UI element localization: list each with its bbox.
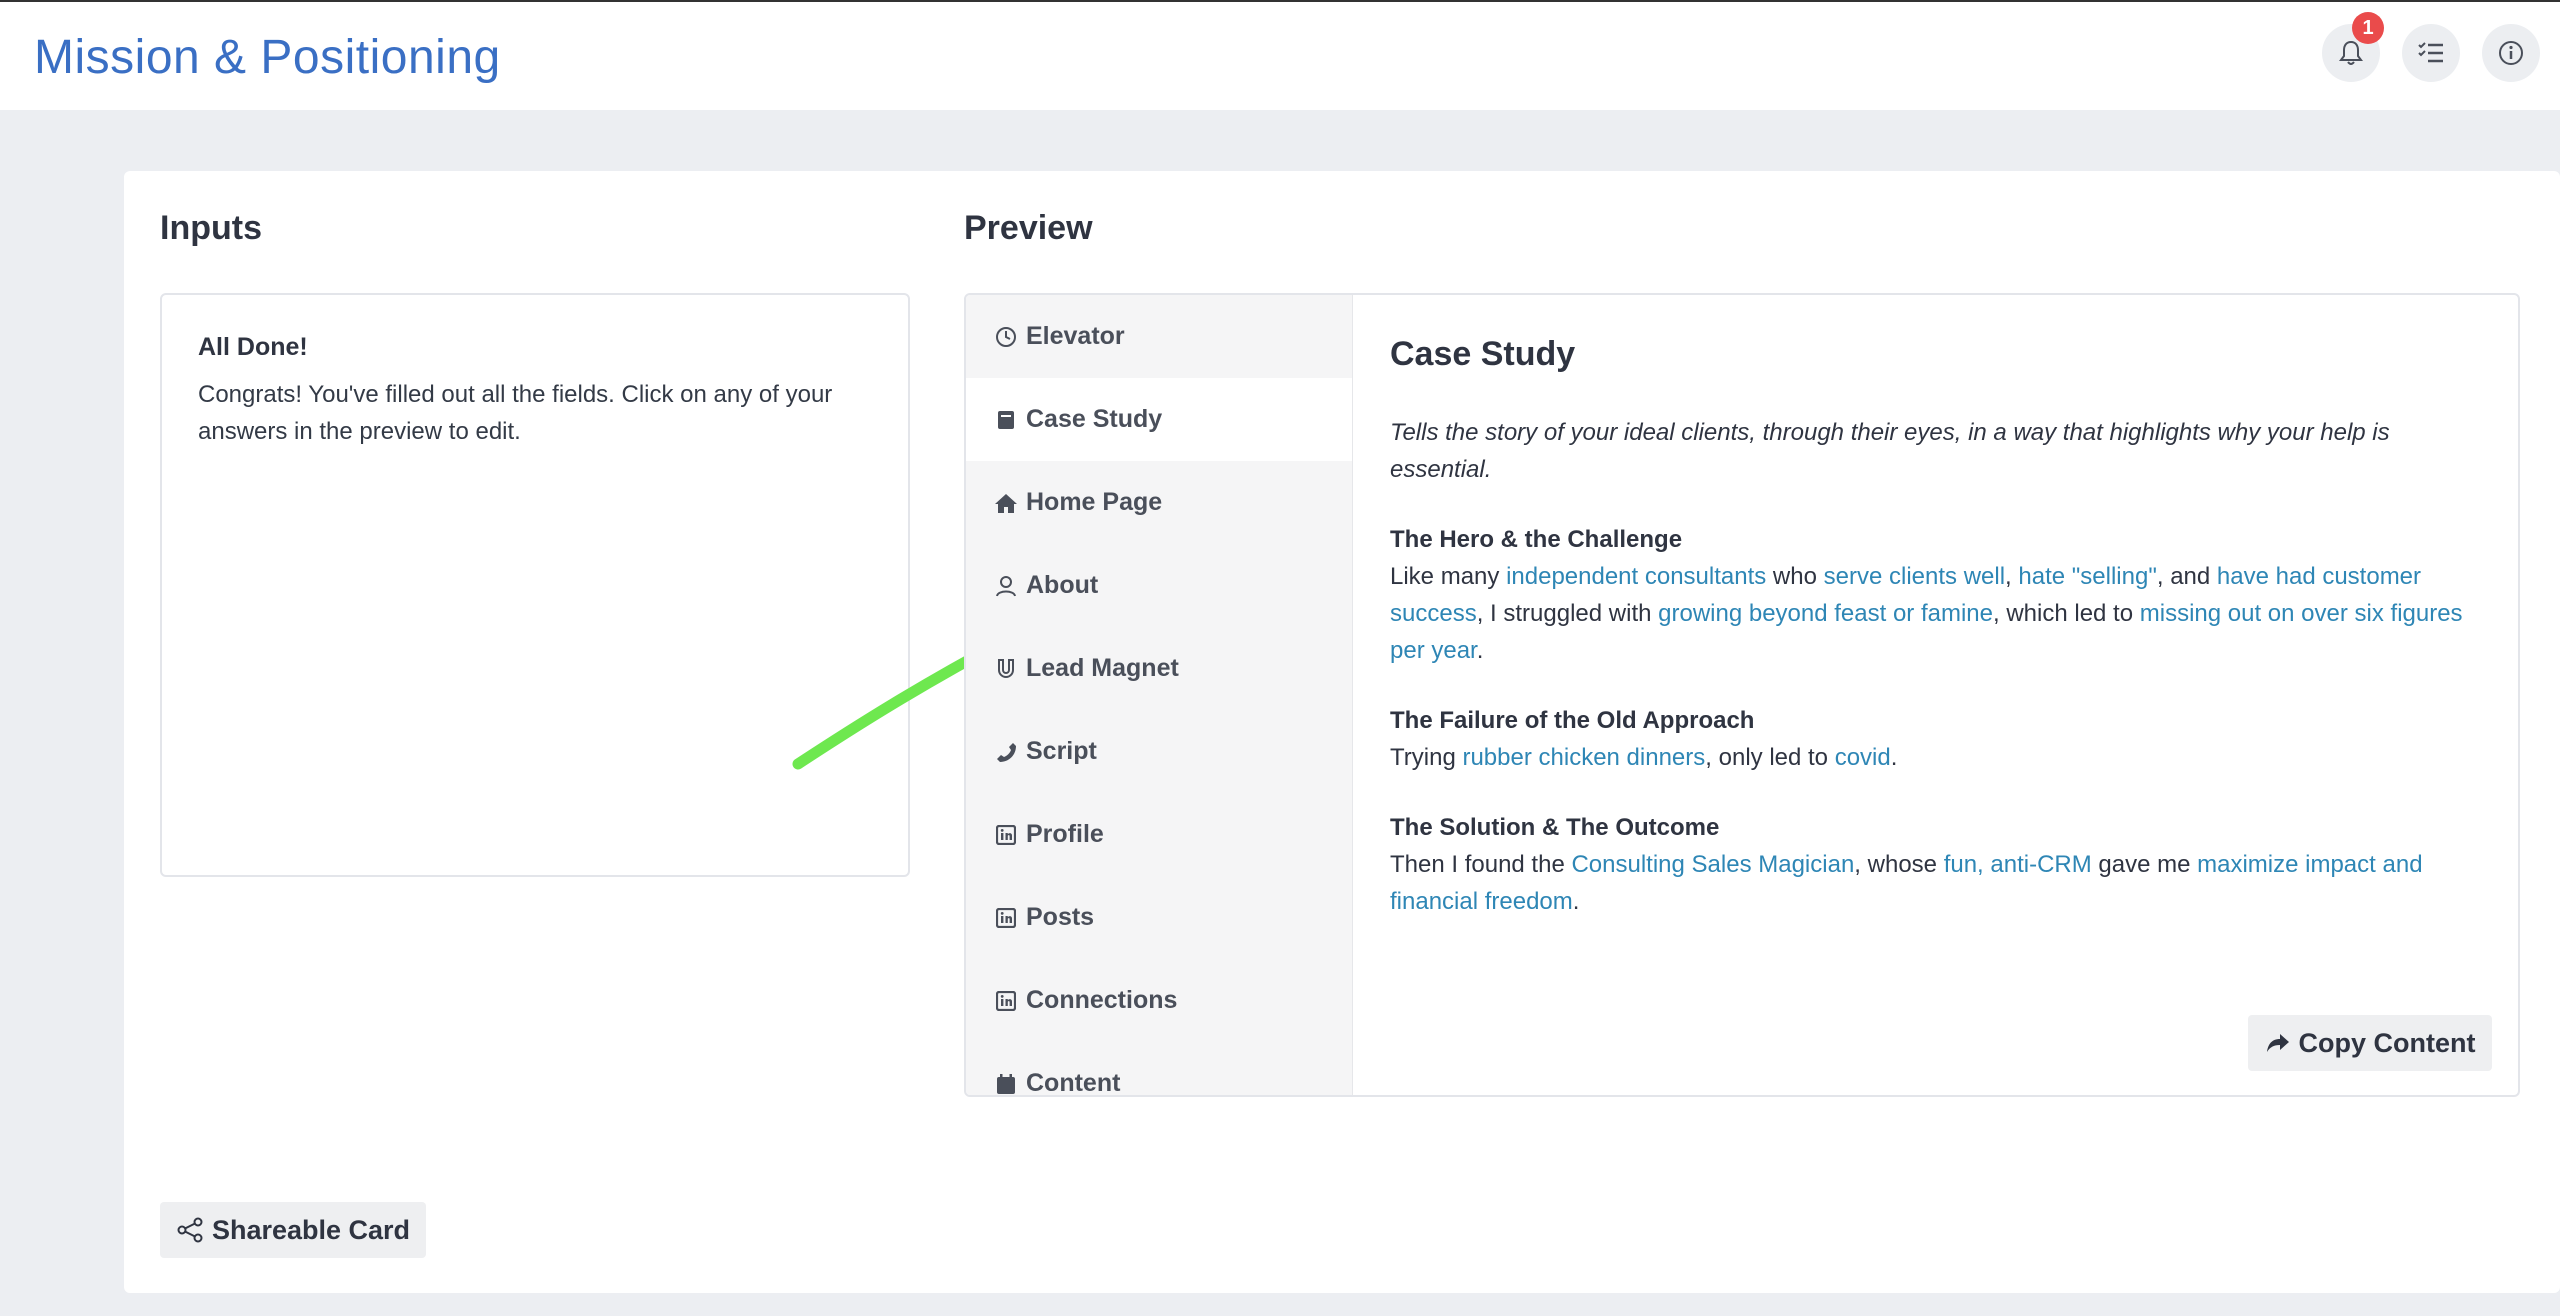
phone-icon xyxy=(994,740,1018,764)
content-title: Case Study xyxy=(1390,335,1576,373)
tab-posts[interactable]: Posts xyxy=(966,876,1352,959)
tab-label: Profile xyxy=(1026,820,1104,848)
bell-icon xyxy=(2339,40,2363,65)
notifications-button[interactable]: 1 xyxy=(2322,12,2384,82)
static-text: , only led to xyxy=(1705,744,1835,771)
shareable-card-label: Shareable Card xyxy=(211,1214,411,1245)
failure-text: Trying rubber chicken dinners, only led … xyxy=(1390,739,2480,776)
linkedin-icon xyxy=(994,823,1018,847)
answer-link[interactable]: serve clients well xyxy=(1824,563,2005,590)
copy-content-button[interactable]: Copy Content xyxy=(2248,1015,2492,1071)
magnet-icon xyxy=(994,657,1018,681)
home-icon xyxy=(994,491,1018,515)
tab-label: Home Page xyxy=(1026,488,1163,516)
static-text: , whose xyxy=(1854,851,1944,878)
answer-link[interactable]: Consulting Sales Magician xyxy=(1571,851,1854,878)
preview-tabs: Elevator Case Study Home Page About Lead… xyxy=(966,295,1353,1095)
book-icon xyxy=(994,408,1018,432)
tab-label: Lead Magnet xyxy=(1026,654,1179,682)
static-text: , and xyxy=(2156,563,2217,590)
preview-content: Case Study Tells the story of your ideal… xyxy=(1390,335,2492,1071)
inputs-heading: Inputs xyxy=(160,209,262,247)
answer-link[interactable]: rubber chicken dinners xyxy=(1462,744,1705,771)
static-text: who xyxy=(1766,563,1824,590)
static-text: . xyxy=(1890,744,1898,771)
tab-label: Connections xyxy=(1026,986,1178,1014)
tab-home-page[interactable]: Home Page xyxy=(966,461,1352,544)
clock-icon xyxy=(994,325,1018,349)
tab-elevator[interactable]: Elevator xyxy=(966,295,1352,378)
info-icon xyxy=(2499,41,2523,65)
notification-badge: 1 xyxy=(2352,12,2384,44)
main-card: Inputs Preview All Done! Congrats! You'v… xyxy=(124,171,2560,1293)
page-title: Mission & Positioning xyxy=(34,31,501,84)
solution-section: The Solution & The Outcome Then I found … xyxy=(1390,810,2480,920)
top-icons: 1 xyxy=(2322,12,2540,82)
static-text: . xyxy=(1572,888,1580,915)
top-bar: Mission & Positioning 1 xyxy=(0,0,2560,110)
tab-case-study[interactable]: Case Study xyxy=(966,378,1352,461)
linkedin-icon xyxy=(994,989,1018,1013)
tab-about[interactable]: About xyxy=(966,544,1352,627)
preview-panel: Elevator Case Study Home Page About Lead… xyxy=(964,293,2520,1097)
hero-text: Like many independent consultants who se… xyxy=(1390,558,2480,669)
static-text: , I struggled with xyxy=(1476,600,1659,627)
static-text: . xyxy=(1476,637,1484,664)
tab-profile[interactable]: Profile xyxy=(966,793,1352,876)
static-text: Trying xyxy=(1390,744,1463,771)
tab-content[interactable]: Content xyxy=(966,1042,1352,1097)
tab-label: Content xyxy=(1026,1069,1121,1097)
static-text: gave me xyxy=(2091,851,2198,878)
tab-script[interactable]: Script xyxy=(966,710,1352,793)
share-arrow-icon xyxy=(2266,1034,2289,1052)
copy-content-label: Copy Content xyxy=(2298,1027,2476,1058)
static-text: , which led to xyxy=(1993,600,2140,627)
preview-heading: Preview xyxy=(964,209,1093,247)
tab-lead-magnet[interactable]: Lead Magnet xyxy=(966,627,1352,710)
answer-link[interactable]: growing beyond feast or famine xyxy=(1658,600,1993,627)
solution-title: The Solution & The Outcome xyxy=(1390,814,1720,841)
tab-label: Posts xyxy=(1026,903,1095,931)
all-done-text: Congrats! You've filled out all the fiel… xyxy=(198,381,833,445)
inputs-panel: All Done! Congrats! You've filled out al… xyxy=(160,293,910,877)
tab-label: About xyxy=(1026,571,1099,599)
answer-link[interactable]: independent consultants xyxy=(1506,563,1766,590)
tab-label: Elevator xyxy=(1026,322,1125,350)
static-text: Then I found the xyxy=(1390,851,1572,878)
hero-title: The Hero & the Challenge xyxy=(1390,526,1683,553)
hero-section: The Hero & the Challenge Like many indep… xyxy=(1390,522,2480,669)
tab-connections[interactable]: Connections xyxy=(966,959,1352,1042)
tab-label: Case Study xyxy=(1026,405,1163,433)
info-button[interactable] xyxy=(2482,24,2540,82)
all-done-title: All Done! xyxy=(198,333,308,361)
content-intro: Tells the story of your ideal clients, t… xyxy=(1390,419,2390,483)
answer-link[interactable]: fun, anti-CRM xyxy=(1944,851,2092,878)
tab-label: Script xyxy=(1026,737,1097,765)
static-text: Like many xyxy=(1390,563,1507,590)
checklist-icon xyxy=(2418,42,2443,63)
answer-link[interactable]: hate "selling" xyxy=(2018,563,2156,590)
answer-link[interactable]: covid xyxy=(1835,744,1891,771)
failure-title: The Failure of the Old Approach xyxy=(1390,707,1755,734)
static-text: , xyxy=(2005,563,2019,590)
failure-section: The Failure of the Old Approach Trying r… xyxy=(1390,703,2480,776)
linkedin-icon xyxy=(994,906,1018,930)
solution-text: Then I found the Consulting Sales Magici… xyxy=(1390,846,2480,920)
shareable-card-button[interactable]: Shareable Card xyxy=(160,1202,426,1258)
share-icon xyxy=(177,1217,203,1243)
checklist-button[interactable] xyxy=(2402,24,2460,82)
calendar-icon xyxy=(994,1072,1018,1096)
user-icon xyxy=(994,574,1018,598)
